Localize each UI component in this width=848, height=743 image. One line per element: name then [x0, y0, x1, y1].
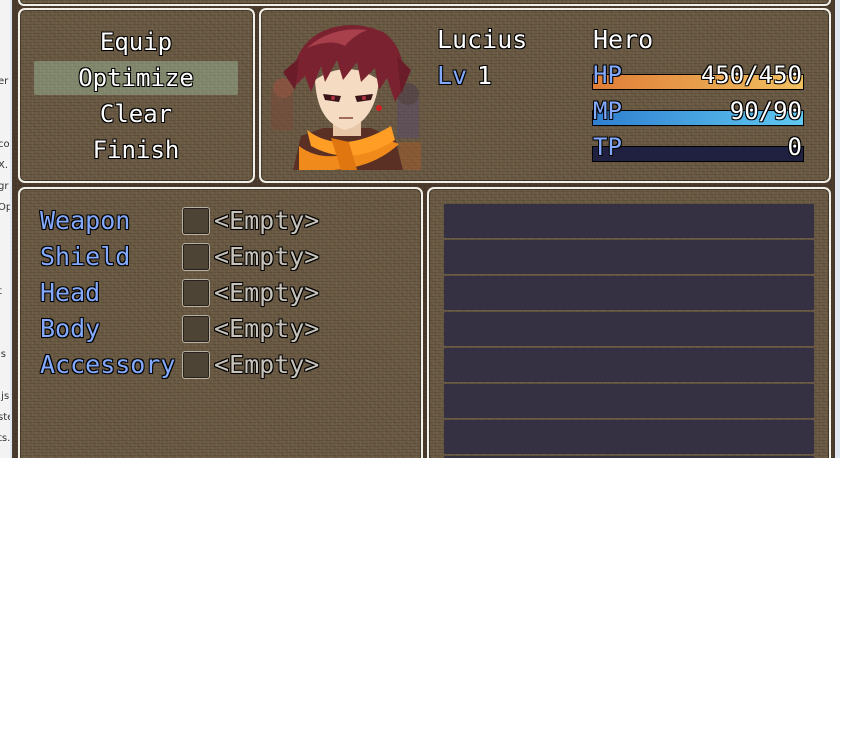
command-optimize[interactable]: Optimize	[34, 61, 238, 95]
slot-label-head[interactable]: Head	[40, 278, 100, 307]
window-frame-right	[835, 0, 840, 458]
equip-command-window: Equip Optimize Clear Finish	[18, 8, 255, 183]
level-label: Lv	[437, 61, 468, 90]
slot-icon-placeholder	[182, 279, 210, 307]
equip-slot-window: Weapon <Empty> Shield <Empty> Head <Empt…	[18, 187, 423, 458]
actor-face-portrait	[271, 25, 421, 170]
mp-label: MP	[593, 97, 622, 125]
item-list-row[interactable]	[444, 384, 814, 418]
equip-item-list-window	[427, 187, 831, 458]
mp-value: 90/90	[729, 97, 802, 125]
slot-icon-placeholder	[182, 351, 210, 379]
hp-value: 450/450	[700, 61, 802, 89]
item-list-row[interactable]	[444, 420, 814, 454]
slot-icon-placeholder	[182, 243, 210, 271]
actor-name: Lucius	[437, 25, 528, 54]
tp-value: 0	[787, 133, 802, 161]
top-window-edge	[18, 0, 831, 6]
slot-value-weapon: <Empty>	[214, 206, 320, 235]
item-list-row[interactable]	[444, 240, 814, 274]
slot-value-accessory: <Empty>	[214, 350, 320, 379]
slot-icon-placeholder	[182, 207, 210, 235]
slot-label-shield[interactable]: Shield	[40, 242, 130, 271]
command-equip[interactable]: Equip	[34, 25, 238, 59]
game-screen: Equip Optimize Clear Finish Lucius Lv 1 …	[12, 0, 835, 458]
hp-label: HP	[593, 61, 622, 89]
item-list-row[interactable]	[444, 456, 814, 458]
host-editor-strip: er co X. gr Op t js .js ste ts.	[0, 0, 10, 458]
item-list-row[interactable]	[444, 348, 814, 382]
slot-label-weapon[interactable]: Weapon	[40, 206, 130, 235]
actor-class: Hero	[593, 25, 654, 54]
level-value: 1	[477, 61, 493, 90]
item-list-row[interactable]	[444, 312, 814, 346]
slot-label-accessory[interactable]: Accessory	[40, 350, 175, 379]
item-list-row[interactable]	[444, 204, 814, 238]
tp-label: TP	[593, 133, 622, 161]
slot-icon-placeholder	[182, 315, 210, 343]
slot-value-head: <Empty>	[214, 278, 320, 307]
command-clear[interactable]: Clear	[34, 97, 238, 131]
slot-value-shield: <Empty>	[214, 242, 320, 271]
command-finish[interactable]: Finish	[34, 133, 238, 167]
actor-status-window: Lucius Lv 1 Hero HP 450/450 MP 90/90 TP …	[259, 8, 831, 183]
item-list-row[interactable]	[444, 276, 814, 310]
slot-value-body: <Empty>	[214, 314, 320, 343]
slot-label-body[interactable]: Body	[40, 314, 100, 343]
